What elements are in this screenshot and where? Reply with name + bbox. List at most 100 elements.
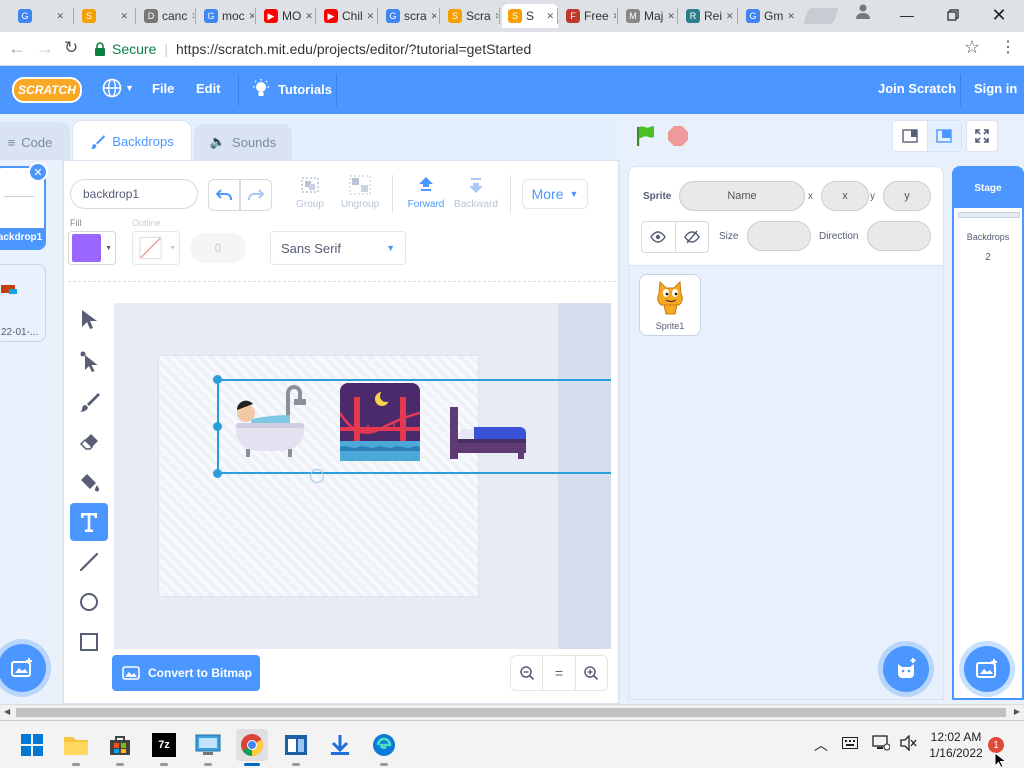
browser-tab[interactable]: ▶ Chil ✕ bbox=[318, 4, 374, 28]
browser-tab[interactable]: ▶ MO ✕ bbox=[258, 4, 314, 28]
delete-backdrop-icon[interactable]: ✕ bbox=[28, 162, 48, 182]
browser-app-taskbar[interactable] bbox=[368, 729, 400, 761]
close-tab-icon[interactable]: ✕ bbox=[367, 11, 374, 22]
browser-tab[interactable]: G Gm ✕ bbox=[740, 4, 796, 28]
language-globe-icon[interactable]: ▼ bbox=[102, 78, 134, 98]
zoom-in-button[interactable] bbox=[576, 656, 607, 690]
browser-tab[interactable]: G ✕ bbox=[12, 4, 68, 28]
network-icon[interactable] bbox=[872, 735, 891, 754]
normal-stage-button[interactable] bbox=[927, 121, 961, 151]
stage-target-panel[interactable]: Stage Backdrops 2 bbox=[952, 166, 1024, 700]
brush-tool[interactable] bbox=[70, 383, 108, 421]
app-taskbar[interactable] bbox=[280, 729, 312, 761]
text-tool[interactable] bbox=[70, 503, 108, 541]
tab-sounds[interactable]: 🔈 Sounds bbox=[194, 124, 292, 160]
browser-tab[interactable]: R Rei ✕ bbox=[680, 4, 736, 28]
outline-color-picker[interactable]: ▼ bbox=[132, 231, 180, 265]
ungroup-button[interactable]: Ungroup bbox=[338, 175, 382, 217]
join-scratch-link[interactable]: Join Scratch bbox=[878, 81, 956, 96]
y-input[interactable]: y bbox=[883, 181, 931, 211]
tutorials-button[interactable]: Tutorials bbox=[252, 79, 332, 99]
keyboard-icon[interactable] bbox=[842, 737, 858, 752]
zoom-out-button[interactable] bbox=[511, 656, 544, 690]
paint-canvas[interactable] bbox=[114, 303, 611, 649]
costume-name-input[interactable]: backdrop1 bbox=[70, 179, 198, 209]
chrome-menu-icon[interactable]: ⋮ bbox=[1000, 37, 1016, 57]
fill-color-picker[interactable]: ▼ bbox=[68, 231, 116, 265]
close-window-button[interactable]: ✕ bbox=[976, 0, 1022, 30]
stop-button[interactable] bbox=[666, 124, 690, 148]
backward-button[interactable]: Backward bbox=[452, 175, 500, 217]
browser-tab[interactable]: S S ✕ bbox=[502, 4, 558, 28]
selection-handle[interactable] bbox=[213, 375, 222, 384]
choose-backdrop-button[interactable] bbox=[0, 644, 46, 692]
bathtub-image[interactable] bbox=[232, 383, 312, 461]
choose-sprite-button[interactable] bbox=[883, 646, 929, 692]
close-tab-icon[interactable]: ✕ bbox=[495, 11, 498, 22]
browser-tab[interactable]: F Free ✕ bbox=[560, 4, 616, 28]
hide-sprite-button[interactable] bbox=[676, 222, 709, 252]
sprite-name-input[interactable]: Name bbox=[679, 181, 805, 211]
forward-arrow-icon[interactable]: → bbox=[36, 38, 54, 59]
store-taskbar[interactable] bbox=[104, 729, 136, 761]
user-profile-icon[interactable] bbox=[852, 2, 874, 20]
fullscreen-button[interactable] bbox=[966, 120, 998, 152]
show-sprite-button[interactable] bbox=[642, 222, 676, 252]
show-hidden-icons-chevron[interactable]: ︿ bbox=[814, 735, 828, 755]
close-tab-icon[interactable]: ✕ bbox=[305, 11, 313, 22]
bridge-at-night-image[interactable] bbox=[340, 383, 420, 463]
redo-button[interactable] bbox=[240, 179, 272, 211]
selection-handle[interactable] bbox=[213, 422, 222, 431]
browser-tab[interactable]: Gscra ✕ bbox=[380, 4, 436, 28]
restore-window-button[interactable] bbox=[930, 0, 976, 30]
selection-handle[interactable] bbox=[213, 469, 222, 478]
bed-image[interactable] bbox=[448, 403, 530, 463]
volume-muted-icon[interactable] bbox=[900, 734, 918, 754]
close-tab-icon[interactable]: ✕ bbox=[787, 11, 795, 22]
sprite-thumb[interactable]: Sprite1 bbox=[639, 274, 701, 336]
new-tab-button[interactable] bbox=[803, 8, 839, 24]
reload-icon[interactable]: ↻ bbox=[64, 38, 78, 58]
file-explorer-taskbar[interactable] bbox=[60, 729, 92, 761]
more-dropdown[interactable]: More ▼ bbox=[522, 179, 588, 209]
file-menu[interactable]: File bbox=[152, 81, 174, 96]
tab-code[interactable]: ≡ Code bbox=[0, 122, 70, 162]
undo-button[interactable] bbox=[208, 179, 240, 211]
7zip-taskbar[interactable]: 7z bbox=[148, 729, 180, 761]
green-flag-button[interactable] bbox=[634, 124, 658, 148]
close-tab-icon[interactable]: ✕ bbox=[56, 11, 64, 22]
convert-to-bitmap-button[interactable]: Convert to Bitmap bbox=[112, 655, 260, 691]
browser-tab[interactable]: S Scra ✕ bbox=[442, 4, 498, 28]
reshape-tool[interactable] bbox=[70, 343, 108, 381]
minimize-window-button[interactable]: — bbox=[884, 0, 930, 30]
close-tab-icon[interactable]: ✕ bbox=[546, 11, 554, 22]
zoom-reset-button[interactable]: = bbox=[543, 656, 576, 690]
close-tab-icon[interactable]: ✕ bbox=[249, 11, 254, 22]
close-tab-icon[interactable]: ✕ bbox=[726, 11, 734, 22]
downloads-taskbar[interactable] bbox=[324, 729, 356, 761]
browser-tab[interactable]: Gmoc ✕ bbox=[198, 4, 254, 28]
forward-button[interactable]: Forward bbox=[404, 175, 448, 217]
select-tool[interactable] bbox=[70, 301, 108, 339]
notification-badge[interactable]: 1 bbox=[988, 737, 1004, 753]
tab-backdrops[interactable]: Backdrops bbox=[72, 120, 192, 162]
outline-width-input[interactable]: 0 bbox=[190, 233, 246, 263]
start-button[interactable] bbox=[16, 729, 48, 761]
close-tab-icon[interactable]: ✕ bbox=[667, 11, 675, 22]
back-arrow-icon[interactable]: ← bbox=[8, 38, 26, 59]
line-tool[interactable] bbox=[70, 543, 108, 581]
sign-in-link[interactable]: Sign in bbox=[974, 81, 1017, 96]
backdrop-thumb[interactable]: 22-01-... bbox=[0, 264, 46, 342]
size-input[interactable] bbox=[747, 221, 811, 251]
choose-backdrop-stage-button[interactable] bbox=[964, 646, 1010, 692]
circle-tool[interactable] bbox=[70, 583, 108, 621]
bookmark-star-icon[interactable]: ☆ bbox=[964, 37, 980, 58]
browser-tab[interactable]: S ✕ bbox=[76, 4, 132, 28]
small-stage-button[interactable] bbox=[893, 121, 928, 151]
clock[interactable]: 12:02 AM 1/16/2022 bbox=[924, 729, 988, 761]
close-tab-icon[interactable]: ✕ bbox=[431, 11, 436, 22]
eraser-tool[interactable] bbox=[70, 423, 108, 461]
group-button[interactable]: Group bbox=[290, 175, 330, 217]
x-input[interactable]: x bbox=[821, 181, 869, 211]
rectangle-tool[interactable] bbox=[70, 623, 108, 661]
